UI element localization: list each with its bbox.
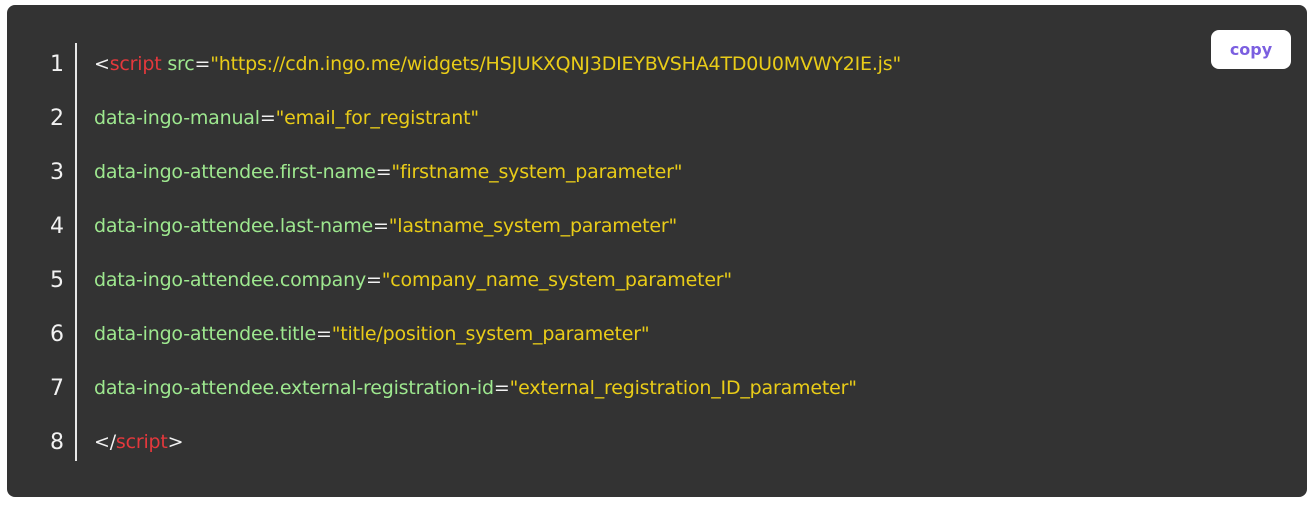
equals-sign: = xyxy=(259,107,276,129)
tag-close-bracket: > xyxy=(167,431,184,453)
code-snippet-panel: copy 1 <script src="https://cdn.ingo.me/… xyxy=(7,5,1307,497)
line-number: 8 xyxy=(50,429,64,455)
line-number: 2 xyxy=(50,105,64,131)
attribute-value: "company_name_system_parameter" xyxy=(381,269,732,291)
code-line: 7 data-ingo-attendee.external-registrati… xyxy=(7,361,1197,415)
line-code: data-ingo-attendee.external-registration… xyxy=(94,377,857,399)
attribute-name: data-ingo-attendee.external-registration… xyxy=(94,377,494,399)
line-code: data-ingo-attendee.title="title/position… xyxy=(94,323,650,345)
line-number: 6 xyxy=(50,321,64,347)
tag-open-bracket: < xyxy=(94,53,110,75)
attribute-value: "lastname_system_parameter" xyxy=(388,215,677,237)
attribute-value: "title/position_system_parameter" xyxy=(331,323,650,345)
attribute-name: data-ingo-manual xyxy=(94,107,260,129)
code-line: 1 <script src="https://cdn.ingo.me/widge… xyxy=(7,37,1197,91)
line-number: 3 xyxy=(50,159,64,185)
attribute-name: src xyxy=(167,53,195,75)
attribute-name: data-ingo-attendee.last-name xyxy=(94,215,374,237)
code-line: 6 data-ingo-attendee.title="title/positi… xyxy=(7,307,1197,361)
attribute-name: data-ingo-attendee.first-name xyxy=(94,161,376,183)
equals-sign: = xyxy=(315,323,332,345)
line-number: 1 xyxy=(50,51,64,77)
equals-sign: = xyxy=(373,215,389,237)
copy-button[interactable]: copy xyxy=(1211,30,1291,69)
line-number: 7 xyxy=(50,375,64,401)
attribute-value: "https://cdn.ingo.me/widgets/HSJUKXQNJ3D… xyxy=(210,53,902,75)
line-code: data-ingo-attendee.company="company_name… xyxy=(94,269,732,291)
equals-sign: = xyxy=(194,53,211,75)
code-line: 5 data-ingo-attendee.company="company_na… xyxy=(7,253,1197,307)
tag-name: script xyxy=(109,53,162,75)
attribute-value: "firstname_system_parameter" xyxy=(391,161,683,183)
equals-sign: = xyxy=(375,161,392,183)
code-line: 3 data-ingo-attendee.first-name="firstna… xyxy=(7,145,1197,199)
code-line: 2 data-ingo-manual="email_for_registrant… xyxy=(7,91,1197,145)
code-line: 8 </script> xyxy=(7,415,1197,469)
line-code: <script src="https://cdn.ingo.me/widgets… xyxy=(94,53,901,75)
tag-name: script xyxy=(115,431,168,453)
line-number: 4 xyxy=(50,213,64,239)
code-line: 4 data-ingo-attendee.last-name="lastname… xyxy=(7,199,1197,253)
equals-sign: = xyxy=(366,269,382,291)
code-block: 1 <script src="https://cdn.ingo.me/widge… xyxy=(7,37,1197,469)
line-code: data-ingo-attendee.last-name="lastname_s… xyxy=(94,215,677,237)
attribute-value: "external_registration_ID_parameter" xyxy=(509,377,857,399)
tag-open-bracket: </ xyxy=(94,431,116,453)
line-code: </script> xyxy=(94,431,184,453)
attribute-value: "email_for_registrant" xyxy=(275,107,480,129)
line-code: data-ingo-manual="email_for_registrant" xyxy=(94,107,479,129)
attribute-name: data-ingo-attendee.title xyxy=(94,323,316,345)
line-number: 5 xyxy=(50,267,64,293)
equals-sign: = xyxy=(493,377,510,399)
attribute-name: data-ingo-attendee.company xyxy=(94,269,366,291)
line-code: data-ingo-attendee.first-name="firstname… xyxy=(94,161,683,183)
